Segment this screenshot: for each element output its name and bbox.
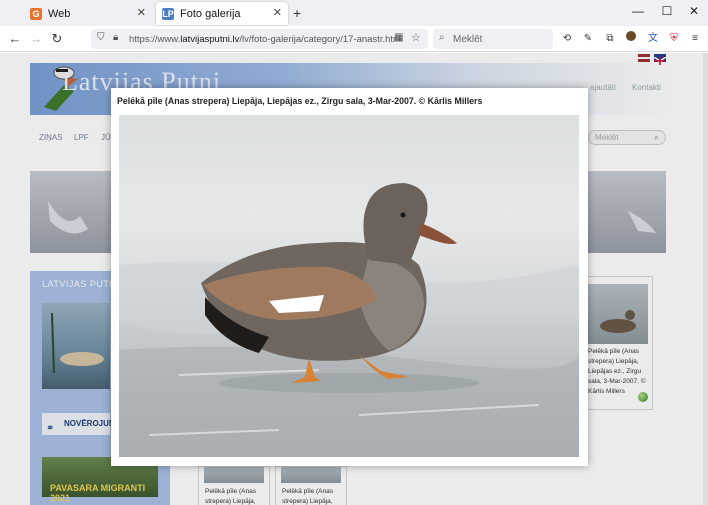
minimize-icon[interactable]: —	[628, 4, 648, 18]
translate-icon[interactable]: 文	[645, 31, 661, 47]
shield-icon[interactable]: ⛉	[97, 32, 105, 43]
url-path: /lv/foto-galerija/category/17-anastr.htm…	[239, 33, 404, 45]
reload-icon[interactable]: ↻	[48, 30, 66, 48]
url-prefix: https://www.	[129, 33, 181, 45]
history-icon[interactable]: ⟲	[559, 31, 575, 47]
tab-title: Foto galerija	[180, 7, 241, 20]
forward-arrow-icon[interactable]: →	[27, 30, 45, 48]
photo-lightbox: Pelēkā pīle (Anas strepera) Liepāja, Lie…	[111, 88, 588, 466]
browser-search-input[interactable]: ⌕ Meklēt	[433, 29, 553, 49]
browser-search-placeholder: Meklēt	[453, 33, 483, 45]
lp-favicon-icon: LP	[162, 7, 174, 20]
web-favicon-icon: G	[30, 7, 42, 20]
lock-icon[interactable]: 🔒︎	[113, 32, 118, 43]
ublock-shield-icon[interactable]: ⛨	[666, 31, 682, 47]
lightbox-photo[interactable]	[119, 115, 579, 457]
maximize-icon[interactable]: ☐	[657, 4, 677, 18]
close-tab-icon[interactable]: ✕	[273, 6, 282, 19]
tab-foto-galerija[interactable]: LP Foto galerija ✕	[156, 2, 288, 25]
back-arrow-icon[interactable]: ←	[6, 30, 24, 48]
url-bar[interactable]: ⛉ 🔒︎ https://www. latvijasputni.lv/lv/fot…	[91, 29, 428, 49]
tab-web[interactable]: G Web ✕	[24, 2, 152, 25]
close-window-icon[interactable]: ✕	[684, 4, 704, 18]
navigation-toolbar: ← → ↻ ⛉ 🔒︎ https://www. latvijasputni.lv /…	[0, 26, 708, 52]
extension-avatar-icon[interactable]	[623, 31, 639, 47]
qr-code-icon[interactable]: ▦	[394, 32, 403, 43]
lightbox-caption: Pelēkā pīle (Anas strepera) Liepāja, Lie…	[117, 96, 483, 106]
tab-title: Web	[48, 7, 71, 20]
screenshot-icon[interactable]: ⧉	[602, 31, 618, 47]
new-tab-button[interactable]: +	[293, 5, 301, 21]
url-domain: latvijasputni.lv	[180, 33, 240, 45]
tools-wrench-icon[interactable]: ✎	[580, 31, 596, 47]
bookmark-star-icon[interactable]: ☆	[411, 31, 421, 44]
menu-hamburger-icon[interactable]: ≡	[687, 31, 703, 47]
close-tab-icon[interactable]: ✕	[137, 6, 146, 19]
search-icon: ⌕	[439, 32, 445, 43]
browser-tab-bar: G Web ✕ LP Foto galerija ✕ + — ☐ ✕	[0, 0, 708, 26]
